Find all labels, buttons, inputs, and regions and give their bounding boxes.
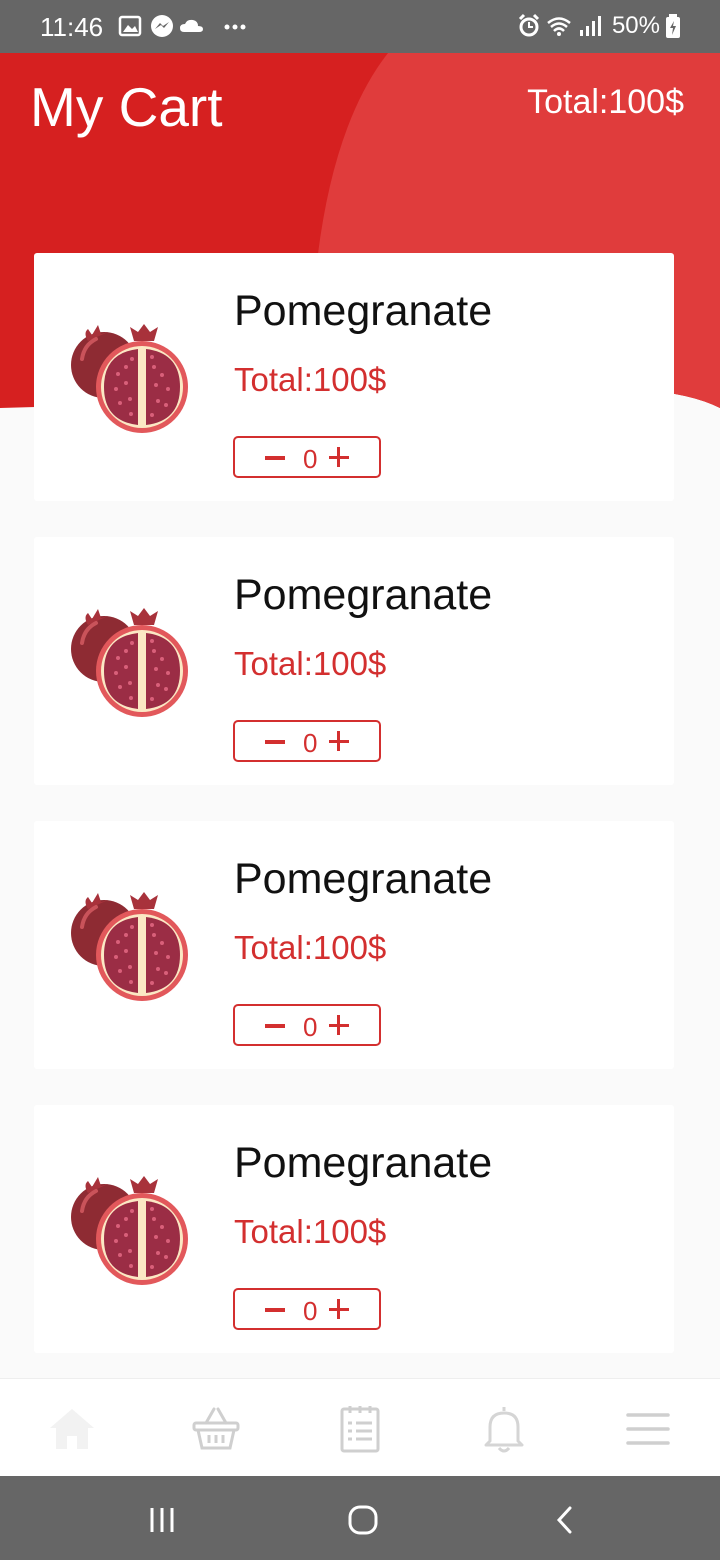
product-name: Pomegranate xyxy=(234,855,493,903)
quantity-stepper: 0 xyxy=(233,436,381,478)
increase-button[interactable] xyxy=(321,722,379,760)
status-right-icons xyxy=(518,13,601,37)
decrease-button[interactable] xyxy=(235,1006,295,1044)
product-name: Pomegranate xyxy=(234,287,493,335)
product-total: Total:100$ xyxy=(234,645,387,682)
back-icon xyxy=(556,1506,572,1534)
product-total: Total:100$ xyxy=(234,929,387,966)
recents-icon xyxy=(150,1508,174,1532)
nav-basket[interactable] xyxy=(188,1401,244,1457)
battery-percent: 50% xyxy=(611,12,660,39)
alarm-icon xyxy=(518,13,540,37)
cloud-icon xyxy=(180,19,203,32)
cart-item: Pomegranate Total:100$ 0 xyxy=(34,1105,674,1353)
increase-button[interactable] xyxy=(321,1290,379,1328)
battery-icon xyxy=(666,14,680,38)
quantity-value: 0 xyxy=(303,1012,318,1042)
bell-icon xyxy=(484,1407,524,1453)
status-time: 11:46 xyxy=(40,12,104,42)
status-left-icons xyxy=(118,15,246,37)
wifi-icon xyxy=(547,17,571,36)
pomegranate-icon xyxy=(71,892,188,1001)
menu-icon xyxy=(626,1413,670,1445)
cart-grand-total: Total:100$ xyxy=(527,83,684,121)
back-button[interactable] xyxy=(545,1500,585,1540)
minus-icon xyxy=(265,740,285,744)
page-title: My Cart xyxy=(30,76,223,138)
basket-icon xyxy=(192,1407,240,1450)
recents-button[interactable] xyxy=(142,1500,182,1540)
nav-menu[interactable] xyxy=(620,1401,676,1457)
list-icon xyxy=(340,1406,380,1453)
nav-home[interactable] xyxy=(44,1401,100,1457)
cart-item: Pomegranate Total:100$ 0 xyxy=(34,821,674,1069)
decrease-button[interactable] xyxy=(235,1290,295,1328)
quantity-stepper: 0 xyxy=(233,1288,381,1330)
cart-item: Pomegranate Total:100$ 0 xyxy=(34,537,674,785)
signal-icon xyxy=(579,16,601,36)
increase-button[interactable] xyxy=(321,438,379,476)
gallery-icon xyxy=(118,15,142,37)
home-circle-icon xyxy=(348,1505,378,1535)
quantity-value: 0 xyxy=(303,1296,318,1326)
quantity-value: 0 xyxy=(303,444,318,474)
minus-icon xyxy=(265,1308,285,1312)
product-name: Pomegranate xyxy=(234,1139,493,1187)
quantity-stepper: 0 xyxy=(233,1004,381,1046)
pomegranate-icon xyxy=(71,1176,188,1285)
pomegranate-icon xyxy=(71,324,188,433)
decrease-button[interactable] xyxy=(235,438,295,476)
home-icon xyxy=(50,1409,94,1449)
system-nav-bar xyxy=(0,1476,720,1560)
quantity-value: 0 xyxy=(303,728,318,758)
decrease-button[interactable] xyxy=(235,722,295,760)
more-dots-icon xyxy=(224,24,246,30)
pomegranate-icon xyxy=(71,608,188,717)
minus-icon xyxy=(265,456,285,460)
product-name: Pomegranate xyxy=(234,571,493,619)
home-button[interactable] xyxy=(343,1500,383,1540)
product-total: Total:100$ xyxy=(234,1213,387,1250)
cart-item: Pomegranate Total:100$ 0 xyxy=(34,253,674,501)
status-bar: 11:46 50% xyxy=(0,0,720,53)
status-right: 50% xyxy=(518,12,682,40)
messenger-icon xyxy=(151,15,173,37)
quantity-stepper: 0 xyxy=(233,720,381,762)
bottom-nav xyxy=(0,1378,720,1477)
nav-notifications[interactable] xyxy=(476,1401,532,1457)
minus-icon xyxy=(265,1024,285,1028)
nav-orders[interactable] xyxy=(332,1401,388,1457)
product-total: Total:100$ xyxy=(234,361,387,398)
increase-button[interactable] xyxy=(321,1006,379,1044)
